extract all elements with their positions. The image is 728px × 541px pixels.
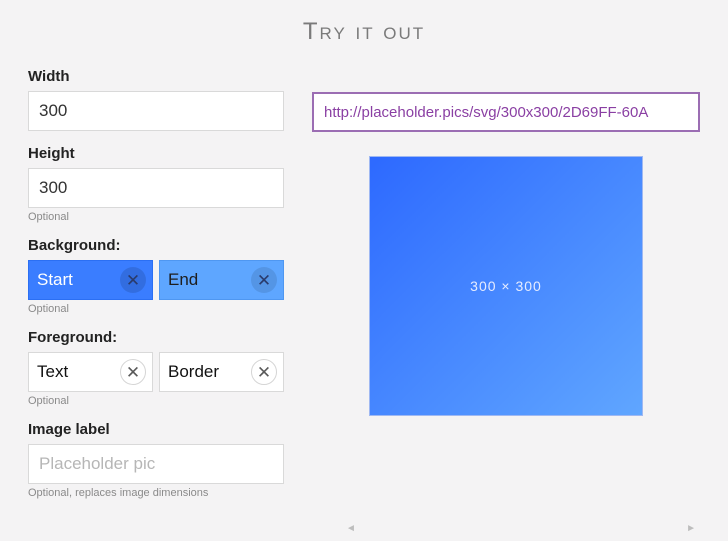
image-label-hint: Optional, replaces image dimensions	[28, 487, 284, 499]
fg-border-clear-icon[interactable]: ✕	[251, 359, 277, 385]
preview-dimensions-label: 300 × 300	[470, 278, 542, 294]
page-title: Try it out	[0, 0, 728, 46]
fg-border-chip[interactable]: Border ✕	[159, 352, 284, 392]
bg-start-clear-icon[interactable]: ✕	[120, 267, 146, 293]
bg-start-chip[interactable]: Start ✕	[28, 260, 153, 300]
image-label-label: Image label	[28, 421, 284, 438]
fg-text-chip[interactable]: Text ✕	[28, 352, 153, 392]
background-label: Background:	[28, 237, 284, 254]
foreground-label: Foreground:	[28, 329, 284, 346]
width-input[interactable]	[28, 91, 284, 131]
fg-border-chip-label: Border	[168, 362, 219, 382]
image-label-input[interactable]	[28, 444, 284, 484]
form-panel: Width Height Optional Background: Start …	[28, 68, 284, 513]
generated-url-box[interactable]: http://placeholder.pics/svg/300x300/2D69…	[312, 92, 700, 132]
height-hint: Optional	[28, 211, 284, 223]
scroll-left-icon[interactable]: ◄	[346, 523, 356, 534]
fg-text-chip-label: Text	[37, 362, 68, 382]
generated-url-text: http://placeholder.pics/svg/300x300/2D69…	[324, 104, 648, 121]
bg-end-clear-icon[interactable]: ✕	[251, 267, 277, 293]
width-label: Width	[28, 68, 284, 85]
preview-panel: http://placeholder.pics/svg/300x300/2D69…	[284, 68, 700, 513]
height-input[interactable]	[28, 168, 284, 208]
preview-image: 300 × 300	[369, 156, 643, 416]
bg-start-chip-label: Start	[37, 270, 73, 290]
height-label: Height	[28, 145, 284, 162]
background-hint: Optional	[28, 303, 284, 315]
scroll-right-icon[interactable]: ►	[686, 523, 696, 534]
foreground-hint: Optional	[28, 395, 284, 407]
bg-end-chip-label: End	[168, 270, 198, 290]
horizontal-scrollbar[interactable]: ◄ ►	[346, 521, 696, 535]
fg-text-clear-icon[interactable]: ✕	[120, 359, 146, 385]
bg-end-chip[interactable]: End ✕	[159, 260, 284, 300]
